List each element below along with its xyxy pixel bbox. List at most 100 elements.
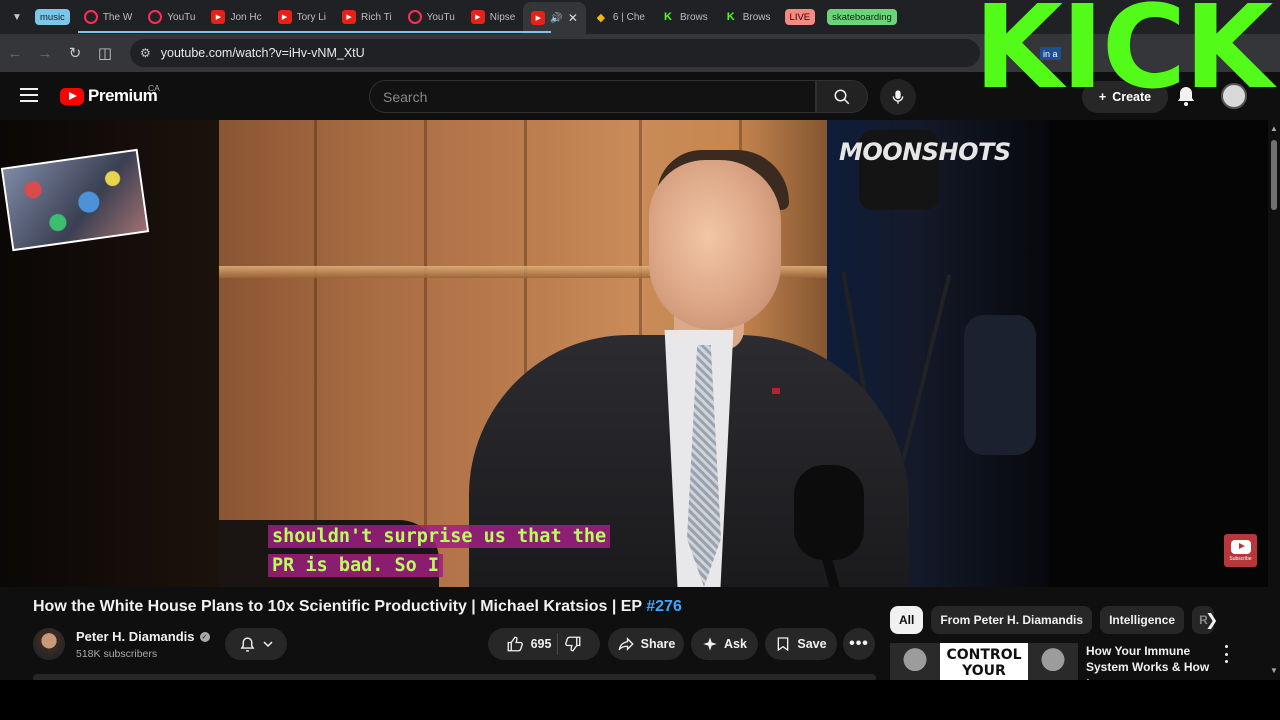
- more-vertical-icon[interactable]: [1222, 645, 1230, 663]
- ask-button[interactable]: Ask: [691, 628, 758, 660]
- caption-box: shouldn't surprise us that the PR is bad…: [268, 522, 625, 580]
- tab-title: Tory Li: [296, 11, 327, 23]
- background-chair: [964, 315, 1036, 455]
- tab-title: Rich Ti: [361, 11, 392, 23]
- youtube-icon: ▶: [470, 10, 485, 24]
- taskbar-strip: [0, 680, 1280, 720]
- scroll-down-icon[interactable]: ▼: [1270, 666, 1278, 675]
- country-code: CA: [148, 83, 160, 93]
- subscribe-watermark[interactable]: Subscribe: [1224, 534, 1257, 567]
- video-title-text: How the White House Plans to 10x Scienti…: [33, 598, 647, 615]
- youtube-music-icon: [407, 10, 422, 24]
- back-icon[interactable]: ←: [0, 45, 30, 62]
- url-text: youtube.com/watch?v=iHv-vNM_XtU: [160, 46, 365, 60]
- scroll-up-icon[interactable]: ▲: [1270, 124, 1278, 133]
- youtube-icon: ▶: [531, 11, 546, 25]
- browser-tab[interactable]: YouTu: [400, 2, 463, 32]
- notification-bell-button[interactable]: [225, 628, 287, 660]
- channel-name[interactable]: Peter H. Diamandis: [76, 629, 195, 644]
- more-horizontal-icon: •••: [849, 635, 869, 652]
- logo-text: Premium: [88, 86, 158, 105]
- like-divider: [557, 633, 559, 655]
- kick-logo-text: KICK: [974, 0, 1273, 98]
- channel-name-row[interactable]: Peter H. Diamandis ✓: [76, 629, 210, 644]
- page-scrollbar[interactable]: ▲ ▼: [1268, 120, 1280, 680]
- browser-tab[interactable]: ◆ 6 | Che: [586, 2, 653, 32]
- thumb-face-right: [1028, 643, 1078, 680]
- ambient-glow-right: [1049, 120, 1268, 587]
- tab-title: Brows: [742, 11, 771, 23]
- chip-all[interactable]: All: [890, 606, 924, 634]
- more-actions-button[interactable]: •••: [843, 628, 875, 660]
- browser-tab[interactable]: K Brows: [653, 2, 716, 32]
- tab-group-skateboarding[interactable]: skateboarding: [827, 9, 897, 25]
- reload-icon[interactable]: ↻: [60, 44, 90, 62]
- address-bar[interactable]: ⚙ youtube.com/watch?v=iHv-vNM_XtU: [130, 39, 980, 67]
- browser-tab[interactable]: ▶ Rich Ti: [334, 2, 400, 32]
- ambient-glow-left: [0, 120, 219, 587]
- audio-playing-icon[interactable]: 🔊: [550, 13, 562, 24]
- browser-tab-active[interactable]: ▶ 🔊 ✕: [523, 2, 586, 34]
- sticker-collage-overlay: [0, 148, 150, 252]
- like-count: 695: [530, 637, 552, 651]
- browser-tab[interactable]: ▶ Jon Hc: [203, 2, 269, 32]
- tab-group-music[interactable]: music: [35, 9, 70, 25]
- podcast-microphone: [794, 465, 864, 560]
- youtube-icon: ▶: [211, 10, 226, 24]
- verified-icon: ✓: [199, 631, 210, 642]
- chevron-down-icon: [262, 641, 273, 648]
- channel-watermark: MOONSHOTS: [839, 138, 1011, 166]
- search-box[interactable]: [369, 80, 816, 113]
- forward-icon[interactable]: →: [30, 45, 60, 62]
- subscribe-watermark-label: Subscribe: [1229, 555, 1252, 562]
- youtube-music-icon: [148, 10, 163, 24]
- youtube-premium-logo[interactable]: Premium: [60, 86, 158, 106]
- split-view-icon[interactable]: ◫: [90, 44, 120, 62]
- binance-icon: ◆: [596, 11, 606, 24]
- search-button[interactable]: [816, 80, 868, 113]
- scroll-thumb[interactable]: [1271, 140, 1277, 210]
- share-label: Share: [640, 637, 676, 651]
- kick-icon: K: [726, 11, 735, 23]
- tab-group-underline: [78, 31, 551, 33]
- search-input[interactable]: [383, 88, 815, 105]
- bookmark-icon: [778, 637, 789, 652]
- browser-tab[interactable]: ▶ Tory Li: [270, 2, 334, 32]
- browser-tab[interactable]: ▶ Nipse: [463, 2, 524, 32]
- save-label: Save: [797, 637, 827, 651]
- tab-title: YouTu: [426, 11, 455, 23]
- kick-icon: K: [663, 11, 672, 23]
- tab-search-icon[interactable]: ▼: [5, 5, 29, 29]
- ask-label: Ask: [724, 637, 747, 651]
- browser-tab[interactable]: The W: [76, 2, 140, 32]
- channel-avatar[interactable]: [33, 628, 65, 660]
- menu-icon[interactable]: [20, 88, 38, 102]
- thumb-text: CONTROL YOUR: [946, 647, 1022, 679]
- youtube-icon: [83, 10, 98, 24]
- chip-from-channel[interactable]: From Peter H. Diamandis: [931, 606, 1093, 634]
- caption-text: shouldn't surprise us that the PR is bad…: [268, 525, 611, 577]
- flag-pin: [772, 388, 780, 394]
- browser-tab[interactable]: K Brows: [716, 2, 779, 32]
- site-info-icon[interactable]: ⚙: [140, 46, 151, 60]
- hashtag-link[interactable]: #276: [646, 598, 682, 615]
- voice-search-button[interactable]: [880, 79, 916, 115]
- tab-group-live[interactable]: LIVE: [784, 9, 816, 25]
- related-chips: All From Peter H. Diamandis Intelligence…: [890, 606, 1215, 634]
- chip-intelligence[interactable]: Intelligence: [1100, 606, 1185, 634]
- chevron-right-icon[interactable]: ❯: [1205, 610, 1225, 630]
- tab-title: 6 | Che: [612, 11, 645, 23]
- save-button[interactable]: Save: [765, 628, 837, 660]
- share-button[interactable]: Share: [608, 628, 684, 660]
- thumbs-down-icon[interactable]: [564, 635, 582, 653]
- tab-title: Nipse: [489, 11, 516, 23]
- youtube-logo-icon: [60, 87, 84, 105]
- subscriber-count: 518K subscribers: [76, 648, 158, 660]
- video-player[interactable]: MOONSHOTS shouldn't surprise us that the…: [219, 120, 1049, 587]
- bell-icon: [240, 636, 254, 652]
- youtube-icon: ▶: [277, 10, 292, 24]
- browser-tab[interactable]: YouTu: [140, 2, 203, 32]
- rec-thumbnail[interactable]: CONTROL YOUR: [890, 643, 1078, 680]
- like-button[interactable]: 695: [506, 635, 552, 653]
- close-tab-icon[interactable]: ✕: [568, 11, 578, 25]
